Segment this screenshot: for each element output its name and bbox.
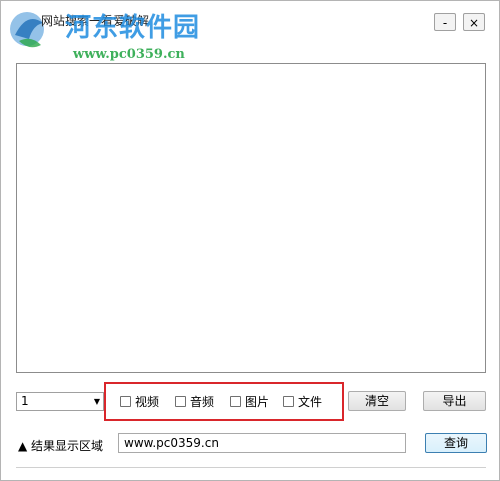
checkbox-image[interactable]: 图片: [230, 394, 270, 409]
divider: [16, 467, 486, 468]
checkbox-label: 视频: [135, 394, 160, 409]
watermark-name: 河东软件园: [65, 13, 201, 43]
checkbox-video[interactable]: 视频: [120, 394, 160, 409]
close-button[interactable]: ×: [463, 13, 485, 31]
checkbox-label: 图片: [245, 394, 270, 409]
checkbox-box[interactable]: [283, 395, 294, 407]
checkbox-audio[interactable]: 音频: [175, 394, 215, 409]
minimize-button[interactable]: -: [434, 13, 456, 31]
checkbox-box[interactable]: [230, 395, 241, 407]
export-button[interactable]: 导出: [423, 391, 486, 411]
title-bar: 网站搜索一看爱破解 河东软件园 www.pc0359.cn - ×: [1, 1, 499, 62]
page-select[interactable]: 1 ▼: [16, 392, 104, 411]
results-area[interactable]: [16, 63, 486, 373]
app-window: 网站搜索一看爱破解 河东软件园 www.pc0359.cn - × 1 ▼ 视频…: [0, 0, 500, 481]
page-select-value: 1: [21, 394, 29, 408]
clear-button[interactable]: 清空: [348, 391, 406, 411]
checkbox-label: 文件: [298, 394, 323, 409]
checkbox-box[interactable]: [120, 395, 131, 407]
checkbox-label: 音频: [190, 394, 215, 409]
checkbox-box[interactable]: [175, 395, 186, 407]
url-input[interactable]: www.pc0359.cn: [118, 433, 406, 453]
chevron-down-icon: ▼: [93, 397, 100, 406]
query-button[interactable]: 查询: [425, 433, 487, 453]
checkbox-file[interactable]: 文件: [283, 394, 323, 409]
result-area-toggle[interactable]: ▲ 结果显示区域: [18, 437, 103, 454]
watermark-url: www.pc0359.cn: [73, 47, 185, 62]
